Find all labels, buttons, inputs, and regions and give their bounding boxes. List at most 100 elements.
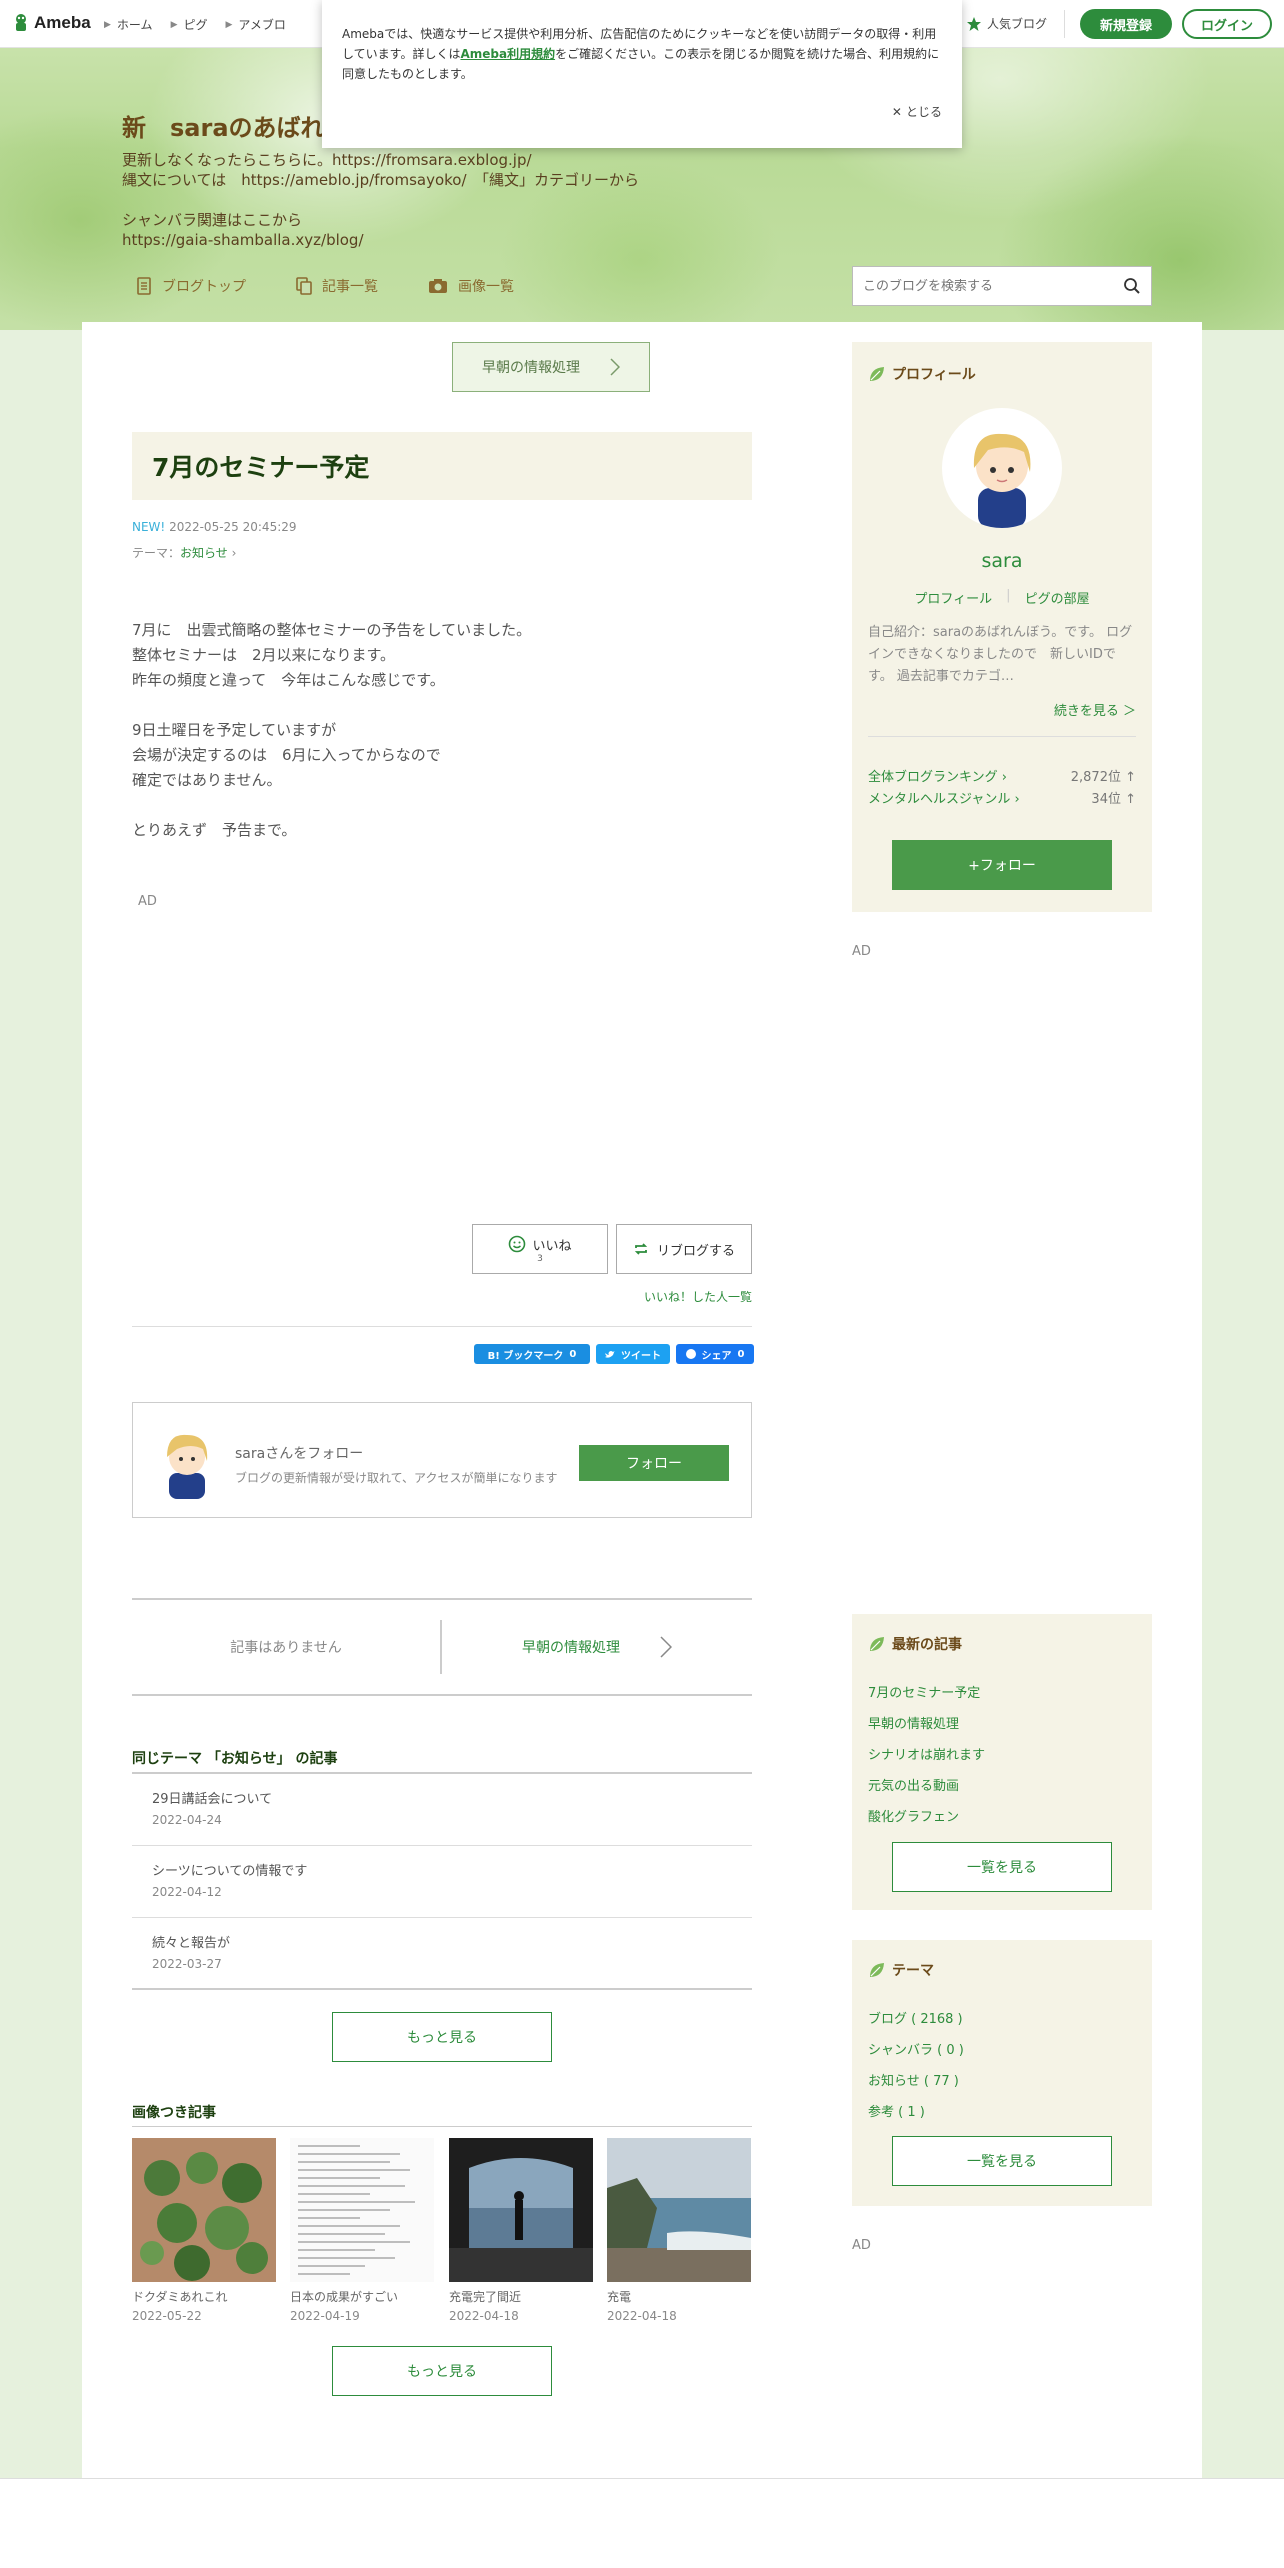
ad-label: AD [138,894,157,909]
recent-more-button[interactable]: 一覧を見る [892,1842,1112,1892]
blog-nav-images-label: 画像一覧 [458,279,514,295]
nav-pigg-label: ピグ [183,18,208,32]
tweet-button[interactable]: ツイート [596,1344,670,1364]
avatar [167,1434,208,1499]
pager-next[interactable]: 早朝の情報処理 [442,1600,752,1694]
nav-pigg[interactable]: ▶ ピグ [171,16,208,33]
pigg-room-link[interactable]: ピグの部屋 [1025,588,1090,607]
article-title[interactable]: 7月のセミナー予定 [132,432,752,500]
search-icon[interactable] [1123,277,1141,295]
signup-button[interactable]: 新規登録 [1080,9,1172,39]
theme-item[interactable]: ブログ ( 2168 ) [868,2008,963,2027]
blog-nav-entries[interactable]: 記事一覧 [296,276,378,296]
facebook-share-button[interactable]: シェア 0 [676,1344,754,1364]
same-theme-item-date: 2022-03-27 [152,1957,222,1971]
recent-item[interactable]: 7月のセミナー予定 [868,1682,980,1701]
like-button[interactable]: いいね 3 [472,1224,608,1274]
sidebar-follow-button[interactable]: +フォロー [892,840,1112,890]
same-theme-item-date: 2022-04-24 [152,1813,222,1827]
article-body: 7月に 出雲式簡略の整体セミナーの予告をしていました。 整体セミナーは 2月以来… [132,618,531,843]
same-theme-item-title: 続々と報告が [152,1936,231,1951]
nav-divider [1064,10,1065,38]
same-theme-more-button[interactable]: もっと見る [332,2012,552,2062]
article-line [132,793,531,818]
leaf-icon [870,367,884,381]
article-line: 昨年の頻度と違って 今年はこんな感じです。 [132,671,445,689]
cookie-close-button[interactable]: ✕ とじる [892,102,942,122]
terms-link[interactable]: Ameba利用規約 [460,47,555,61]
image-article-card[interactable]: 充電 2022-04-18 [607,2138,751,2323]
divider [868,736,1136,737]
like-label: いいね [532,1238,572,1254]
login-button[interactable]: ログイン [1182,9,1272,39]
list-item[interactable]: 29日講話会について 2022-04-24 [132,1774,752,1846]
blog-nav-images[interactable]: 画像一覧 [428,276,514,296]
image-article-card[interactable]: ドクダミあれこれ 2022-05-22 [132,2138,276,2323]
follow-box: saraさんをフォロー ブログの更新情報が受け取れて、アクセスが簡単になります … [132,1402,752,1518]
profile-link[interactable]: プロフィール [914,588,992,607]
ranking-overall-label[interactable]: 全体ブログランキング › [868,766,1007,785]
blog-description: 更新しなくなったらこちらに。https://fromsara.exblog.jp… [122,151,640,249]
chevron-right-icon: ▶ [104,19,111,30]
blog-title[interactable]: 新 saraのあばれ [122,108,325,143]
close-icon: ✕ [891,105,902,119]
ranking-genre: メンタルヘルスジャンル › 34位 ↑ [868,788,1136,807]
prev-article-button[interactable]: 早朝の情報処理 [452,342,650,392]
reblog-button[interactable]: リブログする [616,1224,752,1274]
leaf-icon [870,1637,884,1651]
blog-nav-entries-label: 記事一覧 [322,279,378,295]
blog-nav-top[interactable]: ブログトップ [136,276,246,296]
footer [0,2478,1284,2568]
camera-icon [429,279,447,293]
follow-button[interactable]: フォロー [579,1445,729,1481]
leaf-icon [870,1963,884,1977]
liked-users-link[interactable]: いいね！した人一覧 [644,1288,752,1305]
star-icon [967,16,981,31]
themes-more-button[interactable]: 一覧を見る [892,2136,1112,2186]
recent-articles-box: 最新の記事 7月のセミナー予定 早朝の情報処理 シナリオは崩れます 元気の出る動… [852,1614,1152,1910]
ameba-logo[interactable]: Ameba [12,12,91,34]
hatena-bookmark-button[interactable]: B! ブックマーク 0 [474,1344,590,1364]
profile-intro: 自己紹介：saraのあばれんぼう。です。 ログインできなくなりましたので 新しい… [868,625,1133,684]
read-more-link[interactable]: 続きを見る ＞ [1054,700,1136,719]
nav-ameblo-label: アメブロ [238,18,286,32]
ranking-genre-label[interactable]: メンタルヘルスジャンル › [868,788,1020,807]
blog-search-input[interactable] [863,278,1123,294]
recent-heading: 最新の記事 [868,1634,962,1654]
recent-item[interactable]: 酸化グラフェン [868,1806,959,1825]
recent-heading-label: 最新の記事 [892,1637,962,1653]
same-theme-item-date: 2022-04-12 [152,1885,222,1899]
profile-name[interactable]: sara [852,550,1152,572]
nav-home[interactable]: ▶ ホーム [104,16,153,33]
theme-item[interactable]: シャンバラ ( 0 ) [868,2039,964,2058]
nav-ameblo[interactable]: ▶ アメブロ [226,16,286,33]
ad-label: AD [852,2238,871,2253]
popular-blogs-link[interactable]: 人気ブログ [966,15,1047,32]
reblog-icon [634,1243,648,1255]
list-item[interactable]: 続々と報告が 2022-03-27 [132,1918,752,1990]
tweet-label: ツイート [621,1350,661,1362]
recent-item[interactable]: 早朝の情報処理 [868,1713,959,1732]
pager-next-label: 早朝の情報処理 [522,1640,620,1656]
profile-heading-label: プロフィール [892,367,976,383]
theme-item[interactable]: 参考 ( 1 ) [868,2101,925,2120]
popular-blogs-label: 人気ブログ [987,17,1048,31]
same-theme-item-title: 29日講話会について [152,1792,273,1807]
image-article-card[interactable]: 充電完了間近 2022-04-18 [449,2138,593,2323]
image-articles-more-button[interactable]: もっと見る [332,2346,552,2396]
prev-article-label: 早朝の情報処理 [482,360,580,376]
recent-item[interactable]: 元気の出る動画 [868,1775,959,1794]
article-line: 9日土曜日を予定していますが [132,721,337,739]
same-theme-item-title: シーツについての情報です [152,1864,308,1879]
avatar[interactable] [942,408,1062,528]
theme-label: テーマ： [132,546,181,560]
copy-icon [296,277,312,295]
twitter-bird-icon [605,1350,615,1358]
divider [132,1326,752,1327]
theme-link[interactable]: お知らせ [180,546,228,560]
logo-text: Ameba [34,13,91,32]
list-item[interactable]: シーツについての情報です 2022-04-12 [132,1846,752,1918]
image-article-card[interactable]: 日本の成果がすごい 2022-04-19 [290,2138,434,2323]
theme-item[interactable]: お知らせ ( 77 ) [868,2070,959,2089]
recent-item[interactable]: シナリオは崩れます [868,1744,985,1763]
